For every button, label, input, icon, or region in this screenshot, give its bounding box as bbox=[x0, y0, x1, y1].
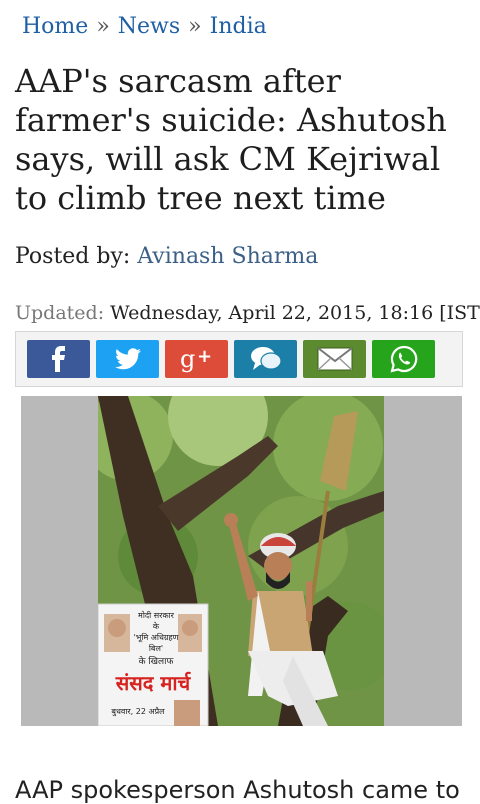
poster-line5: के खिलाफ bbox=[139, 655, 175, 667]
poster-line1: मोदी सरकार bbox=[138, 610, 175, 620]
breadcrumb-separator: » bbox=[188, 14, 202, 39]
article-photo[interactable]: मोदी सरकार के 'भूमि अधिग्रहण बिल' के खिल… bbox=[98, 396, 384, 726]
comment-share-button[interactable] bbox=[234, 340, 297, 378]
poster-headline: संसद मार्च bbox=[115, 671, 192, 695]
google-plus-icon: g + bbox=[180, 345, 212, 373]
poster-line2: के bbox=[153, 621, 160, 631]
breadcrumb-home[interactable]: Home bbox=[22, 14, 88, 39]
article-title: AAP's sarcasm after farmer's suicide: As… bbox=[15, 62, 447, 217]
updated-value: Wednesday, April 22, 2015, 18:16 [IST] bbox=[110, 302, 480, 324]
svg-text:g: g bbox=[180, 345, 195, 373]
article-photo-frame: मोदी सरकार के 'भूमि अधिग्रहण बिल' के खिल… bbox=[21, 396, 462, 726]
comment-icon bbox=[250, 347, 282, 370]
photo-illustration: मोदी सरकार के 'भूमि अधिग्रहण बिल' के खिल… bbox=[98, 396, 384, 726]
poster-line3: 'भूमि अधिग्रहण bbox=[134, 632, 179, 643]
posted-by-label: Posted by: bbox=[15, 244, 131, 269]
twitter-share-button[interactable] bbox=[96, 340, 159, 378]
whatsapp-icon bbox=[389, 345, 417, 373]
svg-text:+: + bbox=[197, 346, 212, 367]
twitter-icon bbox=[114, 348, 141, 370]
breadcrumb-india[interactable]: India bbox=[210, 14, 267, 39]
breadcrumb-news[interactable]: News bbox=[118, 14, 180, 39]
email-share-button[interactable] bbox=[303, 340, 366, 378]
facebook-share-button[interactable] bbox=[27, 340, 90, 378]
poster-line4: बिल' bbox=[149, 643, 163, 653]
updated-timestamp: Updated: Wednesday, April 22, 2015, 18:1… bbox=[15, 302, 480, 324]
poster-date: बुधवार, 22 अप्रैल bbox=[111, 706, 165, 717]
share-bar: g + bbox=[15, 331, 463, 387]
email-icon bbox=[316, 347, 353, 371]
facebook-icon bbox=[51, 346, 65, 372]
breadcrumb: Home » News » India bbox=[22, 14, 267, 39]
breadcrumb-separator: » bbox=[96, 14, 110, 39]
updated-label: Updated: bbox=[15, 302, 105, 324]
author-link[interactable]: Avinash Sharma bbox=[137, 244, 318, 269]
whatsapp-share-button[interactable] bbox=[372, 340, 435, 378]
byline: Posted by: Avinash Sharma bbox=[15, 244, 318, 269]
google-plus-share-button[interactable]: g + bbox=[165, 340, 228, 378]
